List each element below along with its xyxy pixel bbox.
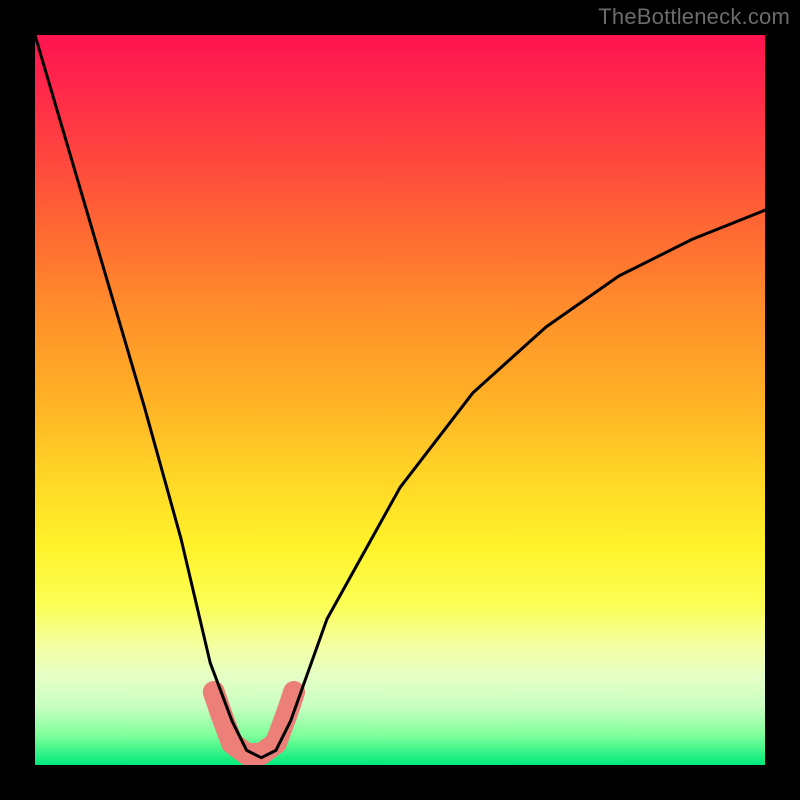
plot-area	[35, 35, 765, 765]
curve-svg	[35, 35, 765, 765]
black-curve-path	[35, 35, 765, 758]
watermark-text: TheBottleneck.com	[598, 4, 790, 30]
chart-frame: TheBottleneck.com	[0, 0, 800, 800]
